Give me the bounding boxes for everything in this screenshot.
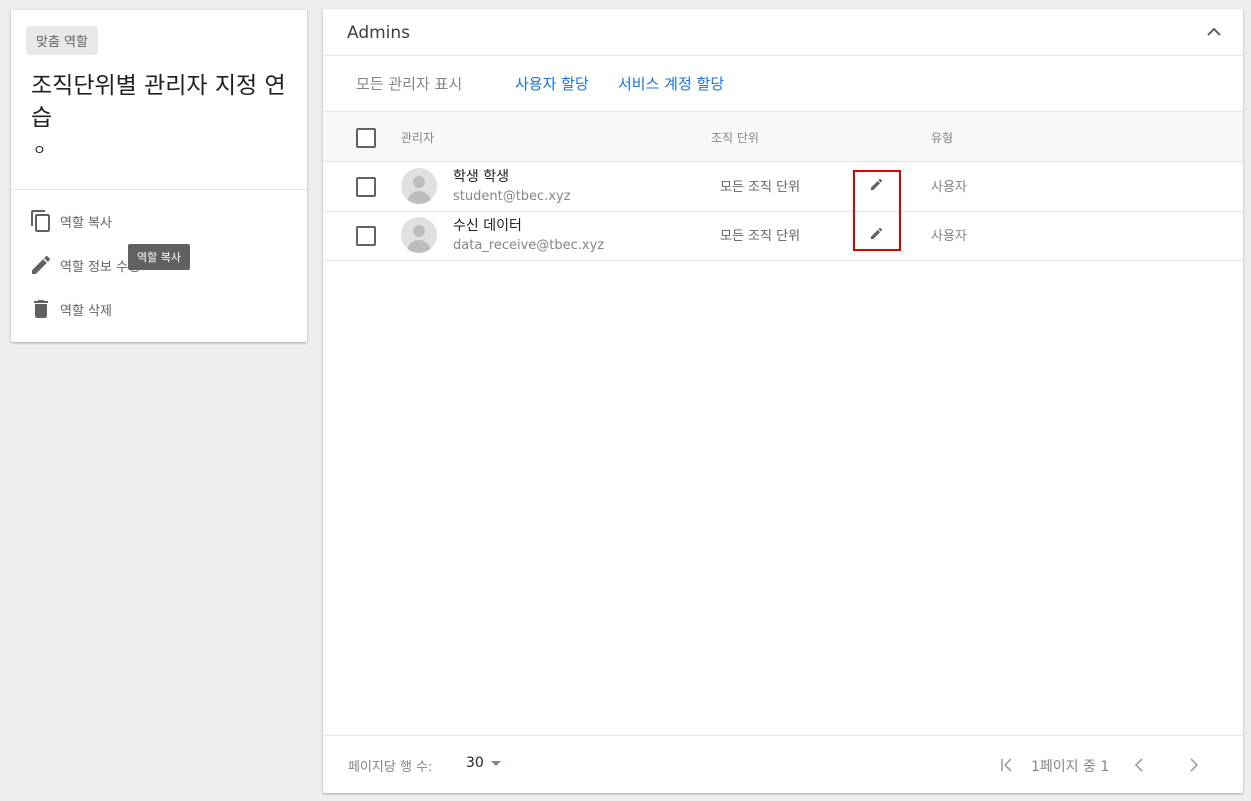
rows-per-page-label: 페이지당 행 수: bbox=[348, 760, 433, 775]
admins-title: Admins bbox=[347, 23, 411, 43]
admin-email: data_receive@tbec.xyz bbox=[453, 238, 605, 253]
role-description: ㅇ bbox=[33, 143, 46, 159]
row-checkbox[interactable] bbox=[356, 226, 376, 246]
table-header: 관리자 조직 단위 유형 bbox=[323, 111, 1243, 162]
copy-role-action[interactable]: 역할 복사 bbox=[29, 208, 112, 234]
show-all-admins-link[interactable]: 모든 관리자 표시 bbox=[356, 73, 462, 94]
edit-role-action[interactable]: 역할 정보 수정 bbox=[29, 252, 140, 278]
copy-icon bbox=[31, 210, 50, 232]
page-info: 1페이지 중 1 bbox=[1031, 759, 1110, 775]
admin-email: student@tbec.xyz bbox=[453, 189, 571, 204]
select-all-checkbox[interactable] bbox=[356, 128, 376, 148]
avatar bbox=[401, 168, 437, 204]
column-header-admin: 관리자 bbox=[401, 131, 435, 145]
org-unit: 모든 조직 단위 bbox=[720, 229, 801, 244]
rows-per-page-select[interactable]: 30 bbox=[466, 755, 501, 771]
row-checkbox[interactable] bbox=[356, 177, 376, 197]
column-header-org-unit: 조직 단위 bbox=[711, 131, 759, 145]
pencil-icon[interactable] bbox=[869, 177, 884, 192]
pencil-icon[interactable] bbox=[869, 226, 884, 241]
delete-role-action[interactable]: 역할 삭제 bbox=[29, 296, 112, 322]
admin-type: 사용자 bbox=[931, 229, 967, 244]
custom-role-chip: 맞춤 역할 bbox=[26, 26, 98, 55]
first-page-icon[interactable] bbox=[998, 756, 1016, 774]
admin-type: 사용자 bbox=[931, 180, 967, 195]
caret-down-icon bbox=[490, 760, 501, 766]
admins-header: Admins bbox=[323, 9, 1243, 56]
chevron-up-icon[interactable] bbox=[1205, 25, 1223, 39]
admin-name: 학생 학생 bbox=[453, 169, 509, 185]
table-row[interactable]: 수신 데이터 data_receive@tbec.xyz 모든 조직 단위 사용… bbox=[323, 211, 1243, 261]
previous-page-icon[interactable] bbox=[1131, 756, 1149, 774]
admins-card: Admins 모든 관리자 표시 사용자 할당 서비스 계정 할당 관리자 조직… bbox=[323, 9, 1243, 793]
role-details-card: 맞춤 역할 조직단위별 관리자 지정 연습 ㅇ 역할 복사 역할 정보 수정 역… bbox=[11, 10, 307, 342]
org-unit: 모든 조직 단위 bbox=[720, 180, 801, 195]
filter-bar: 모든 관리자 표시 사용자 할당 서비스 계정 할당 bbox=[323, 55, 1243, 111]
copy-role-label: 역할 복사 bbox=[60, 215, 112, 231]
role-title: 조직단위별 관리자 지정 연습 bbox=[31, 73, 286, 131]
divider bbox=[11, 189, 307, 190]
pencil-icon bbox=[32, 255, 51, 274]
column-header-type: 유형 bbox=[931, 131, 954, 145]
next-page-icon[interactable] bbox=[1184, 756, 1202, 774]
tooltip: 역할 복사 bbox=[128, 244, 190, 270]
admin-name: 수신 데이터 bbox=[453, 218, 522, 234]
delete-role-label: 역할 삭제 bbox=[60, 303, 112, 319]
assign-service-account-link[interactable]: 서비스 계정 할당 bbox=[618, 73, 724, 94]
avatar bbox=[401, 217, 437, 253]
trash-icon bbox=[34, 300, 48, 318]
table-row[interactable]: 학생 학생 student@tbec.xyz 모든 조직 단위 사용자 bbox=[323, 162, 1243, 212]
table-footer: 페이지당 행 수: 30 1페이지 중 1 bbox=[323, 735, 1243, 793]
assign-user-link[interactable]: 사용자 할당 bbox=[515, 73, 589, 94]
rows-per-page-value: 30 bbox=[466, 755, 484, 771]
